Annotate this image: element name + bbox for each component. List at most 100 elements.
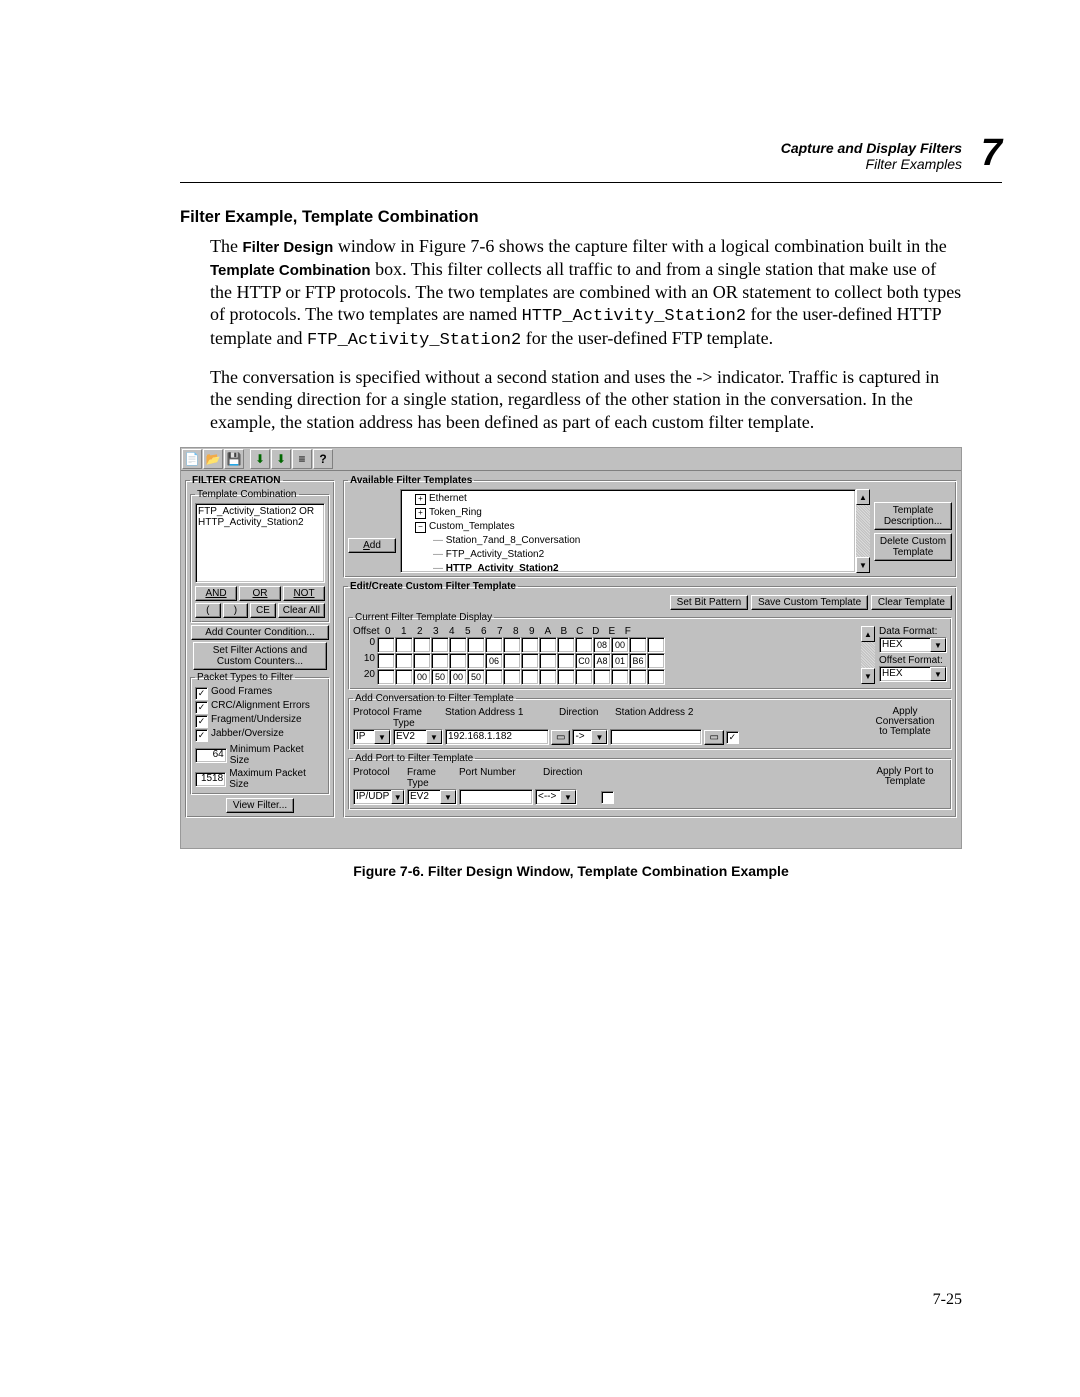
- hex-cell[interactable]: [521, 669, 539, 685]
- good-frames-checkbox[interactable]: ✓: [195, 687, 208, 700]
- conv-frametype-select[interactable]: EV2▼: [393, 729, 443, 745]
- hex-cell[interactable]: 01: [611, 653, 629, 669]
- hex-cell[interactable]: [503, 637, 521, 653]
- or-button[interactable]: OR: [239, 586, 281, 601]
- chevron-down-icon[interactable]: ▼: [930, 638, 946, 652]
- hex-cell[interactable]: [503, 669, 521, 685]
- max-packet-input[interactable]: 1518: [195, 772, 226, 787]
- conv-direction-select[interactable]: ->▼: [572, 729, 608, 745]
- hex-cell[interactable]: [611, 669, 629, 685]
- hex-cell[interactable]: C0: [575, 653, 593, 669]
- hex-cell[interactable]: [413, 637, 431, 653]
- conv-sa2-browse-button[interactable]: ▭: [704, 730, 723, 745]
- template-description-button[interactable]: Template Description...: [874, 502, 952, 530]
- rparen-button[interactable]: ): [223, 603, 249, 618]
- conv-sa2-input[interactable]: [610, 729, 702, 745]
- hex-cell[interactable]: [575, 669, 593, 685]
- hex-scroll-up-icon[interactable]: ▲: [861, 626, 875, 642]
- template-combination-box[interactable]: FTP_Activity_Station2 OR HTTP_Activity_S…: [195, 503, 325, 583]
- hex-cell[interactable]: [395, 653, 413, 669]
- port-direction-select[interactable]: <-->▼: [535, 789, 577, 805]
- hex-cell[interactable]: [521, 653, 539, 669]
- hex-cell[interactable]: [575, 637, 593, 653]
- conv-to-template-checkbox[interactable]: ✓: [726, 731, 739, 744]
- hex-cell[interactable]: [431, 637, 449, 653]
- data-format-select[interactable]: HEX ▼: [879, 637, 947, 653]
- ce-button[interactable]: CE: [250, 603, 276, 618]
- hex-cell[interactable]: [647, 653, 665, 669]
- toolbar-new-icon[interactable]: 📄: [182, 449, 202, 469]
- add-template-button[interactable]: Add: [348, 538, 396, 553]
- fragment-checkbox[interactable]: ✓: [195, 715, 208, 728]
- hex-cell[interactable]: [467, 637, 485, 653]
- hex-cell[interactable]: [629, 669, 647, 685]
- save-custom-template-button[interactable]: Save Custom Template: [751, 595, 868, 610]
- hex-cell[interactable]: [539, 669, 557, 685]
- toolbar-open-icon[interactable]: 📂: [203, 449, 223, 469]
- hex-cell[interactable]: [629, 637, 647, 653]
- add-counter-condition-button[interactable]: Add Counter Condition...: [191, 625, 329, 640]
- hex-cell[interactable]: [395, 669, 413, 685]
- conv-protocol-select[interactable]: IP▼: [353, 729, 391, 745]
- hex-cell[interactable]: [503, 653, 521, 669]
- port-protocol-select[interactable]: IP/UDP▼: [353, 789, 405, 805]
- hex-cell[interactable]: [557, 637, 575, 653]
- toolbar-save-icon[interactable]: 💾: [224, 449, 244, 469]
- hex-cell[interactable]: 50: [431, 669, 449, 685]
- hex-cell[interactable]: [485, 669, 503, 685]
- hex-cell[interactable]: [377, 637, 395, 653]
- conv-sa1-input[interactable]: 192.168.1.182: [445, 729, 549, 745]
- toolbar-help-icon[interactable]: ?: [313, 449, 333, 469]
- hex-cell[interactable]: [593, 669, 611, 685]
- not-button[interactable]: NOT: [283, 586, 325, 601]
- hex-cell[interactable]: [377, 653, 395, 669]
- hex-cell[interactable]: 06: [485, 653, 503, 669]
- port-number-input[interactable]: [459, 789, 533, 805]
- clear-all-button[interactable]: Clear All: [278, 603, 325, 618]
- hex-cell[interactable]: [431, 653, 449, 669]
- tree-item[interactable]: +Token_Ring: [403, 506, 853, 520]
- toolbar-list-icon[interactable]: ≡: [292, 449, 312, 469]
- hex-scroll-down-icon[interactable]: ▼: [861, 668, 875, 684]
- min-packet-input[interactable]: 64: [195, 748, 227, 763]
- jabber-checkbox[interactable]: ✓: [195, 729, 208, 742]
- hex-cell[interactable]: 50: [467, 669, 485, 685]
- hex-cell[interactable]: [395, 637, 413, 653]
- toolbar-down1-icon[interactable]: ⬇: [250, 449, 270, 469]
- set-filter-actions-button[interactable]: Set Filter Actions and Custom Counters..…: [193, 642, 327, 670]
- tree-item[interactable]: −Custom_Templates: [403, 520, 853, 534]
- hex-cell[interactable]: [557, 669, 575, 685]
- hex-cell[interactable]: 00: [611, 637, 629, 653]
- hex-cell[interactable]: [539, 637, 557, 653]
- hex-scrollbar[interactable]: ▲ ▼: [861, 626, 875, 684]
- and-button[interactable]: AND: [195, 586, 237, 601]
- scroll-down-icon[interactable]: ▼: [856, 557, 870, 573]
- set-bit-pattern-button[interactable]: Set Bit Pattern: [670, 595, 748, 610]
- hex-cell[interactable]: [521, 637, 539, 653]
- hex-cell[interactable]: [647, 637, 665, 653]
- scroll-up-icon[interactable]: ▲: [856, 489, 870, 505]
- hex-cell[interactable]: [539, 653, 557, 669]
- hex-cell[interactable]: 08: [593, 637, 611, 653]
- tree-item[interactable]: — HTTP_Activity_Station2: [403, 562, 853, 573]
- chevron-down-icon[interactable]: ▼: [930, 667, 946, 681]
- hex-cell[interactable]: [449, 653, 467, 669]
- conv-sa1-browse-button[interactable]: ▭: [551, 730, 570, 745]
- toolbar-down2-icon[interactable]: ⬇: [271, 449, 291, 469]
- hex-cell[interactable]: [413, 653, 431, 669]
- hex-cell[interactable]: [647, 669, 665, 685]
- templates-scrollbar[interactable]: ▲ ▼: [856, 489, 870, 573]
- port-to-template-checkbox[interactable]: [601, 791, 614, 804]
- hex-cell[interactable]: 00: [449, 669, 467, 685]
- hex-cell[interactable]: [449, 637, 467, 653]
- port-frametype-select[interactable]: EV2▼: [407, 789, 457, 805]
- hex-cell[interactable]: [377, 669, 395, 685]
- offset-format-select[interactable]: HEX ▼: [879, 666, 947, 682]
- hex-cell[interactable]: [467, 653, 485, 669]
- clear-template-button[interactable]: Clear Template: [871, 595, 952, 610]
- hex-cell[interactable]: A8: [593, 653, 611, 669]
- hex-cell[interactable]: B6: [629, 653, 647, 669]
- templates-tree[interactable]: +Ethernet+Token_Ring−Custom_Templates— S…: [400, 489, 856, 573]
- tree-item[interactable]: — FTP_Activity_Station2: [403, 548, 853, 562]
- tree-item[interactable]: — Station_7and_8_Conversation: [403, 534, 853, 548]
